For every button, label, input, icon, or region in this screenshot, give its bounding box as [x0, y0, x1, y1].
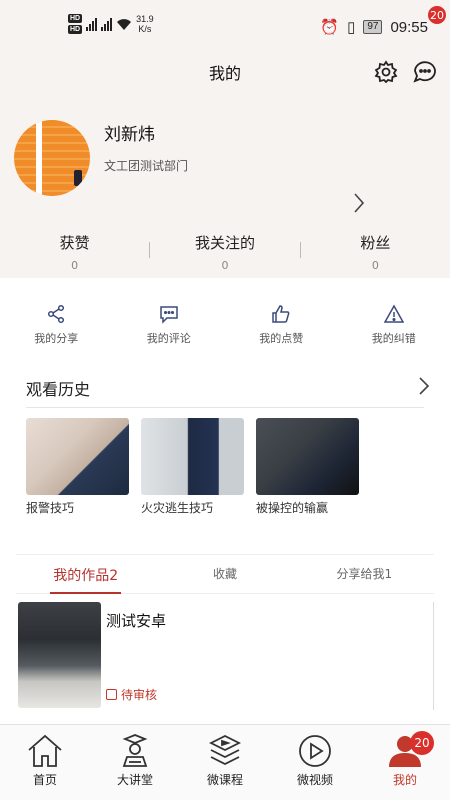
action-row: 我的分享 我的评论 我的点赞 我的纠错 [0, 278, 450, 360]
stat-fans[interactable]: 粉丝 0 [301, 232, 450, 272]
message-icon[interactable] [412, 60, 438, 84]
nav-profile[interactable]: 我的 20 [360, 725, 450, 800]
profile-badge: 20 [410, 731, 434, 755]
home-icon [28, 734, 62, 767]
user-department: 文工团测试部门 [104, 159, 189, 173]
tab-shared-to-me[interactable]: 分享给我1 [295, 555, 434, 593]
clock: 09:55 [390, 18, 428, 36]
action-my-corrections[interactable]: 我的纠错 [338, 304, 450, 360]
nav-lecture[interactable]: 大讲堂 [90, 725, 180, 800]
hd-indicator: HD HD [68, 14, 83, 34]
works-tabs: 我的作品2 收藏 分享给我1 [16, 554, 434, 594]
video-thumbnail[interactable] [26, 418, 129, 495]
action-my-likes[interactable]: 我的点赞 [225, 304, 338, 360]
history-title: 观看历史 [26, 380, 91, 399]
avatar[interactable] [14, 120, 90, 196]
work-thumbnail[interactable] [18, 602, 101, 708]
nav-home[interactable]: 首页 [0, 725, 90, 800]
chevron-right-icon[interactable] [418, 376, 430, 396]
wifi-icon [117, 18, 132, 30]
action-my-share[interactable]: 我的分享 [0, 304, 113, 360]
battery-indicator: 97 [363, 20, 383, 34]
user-name: 刘新炜 [104, 125, 155, 145]
app-header: 我的 20 [0, 6, 450, 94]
tab-favorites[interactable]: 收藏 [155, 555, 294, 593]
thumbs-up-icon [272, 305, 290, 323]
warning-icon [383, 304, 404, 323]
bottom-nav: 首页 大讲堂 微课程 微视频 我的 20 [0, 724, 450, 800]
history-item[interactable]: 火灾逃生技巧 [141, 418, 244, 516]
share-icon [48, 304, 65, 324]
work-title: 测试安卓 [106, 612, 167, 630]
message-badge: 20 [428, 6, 446, 24]
course-icon [208, 734, 242, 766]
stat-following[interactable]: 我关注的 0 [150, 232, 299, 272]
work-item[interactable]: 测试安卓 待审核 [18, 602, 434, 710]
history-item[interactable]: 报警技巧 [26, 418, 129, 516]
action-my-comments[interactable]: 我的评论 [113, 304, 226, 360]
nav-video[interactable]: 微视频 [270, 725, 360, 800]
stats-row: 获赞 0 我关注的 0 粉丝 0 [0, 232, 450, 272]
gear-icon[interactable] [374, 60, 398, 84]
pending-icon [106, 689, 117, 700]
status-badge: 待审核 [106, 686, 157, 703]
tab-my-works[interactable]: 我的作品2 [16, 555, 155, 594]
profile-card[interactable]: 刘新炜 文工团测试部门 获赞 0 我关注的 0 粉丝 0 [0, 94, 450, 278]
net-speed: 31.9 K/s [136, 14, 154, 34]
video-icon [299, 735, 331, 767]
comment-icon [160, 306, 178, 324]
video-thumbnail[interactable] [256, 418, 359, 495]
lecture-icon [122, 734, 148, 767]
stat-likes[interactable]: 获赞 0 [0, 232, 149, 272]
history-list: 报警技巧 火灾逃生技巧 被操控的输赢 [0, 408, 450, 516]
nav-course[interactable]: 微课程 [180, 725, 270, 800]
signal-icon [101, 17, 113, 31]
history-header[interactable]: 观看历史 [26, 360, 430, 408]
chevron-right-icon[interactable] [352, 192, 366, 214]
signal-icon [86, 17, 98, 31]
alarm-icon: ⏰ [320, 19, 340, 36]
history-item[interactable]: 被操控的输赢 [256, 418, 359, 516]
status-bar: HD HD 31.9 K/s ⏰ ▯ 97 09:55 [0, 0, 450, 48]
vibrate-icon: ▯ [347, 19, 356, 36]
video-thumbnail[interactable] [141, 418, 244, 495]
